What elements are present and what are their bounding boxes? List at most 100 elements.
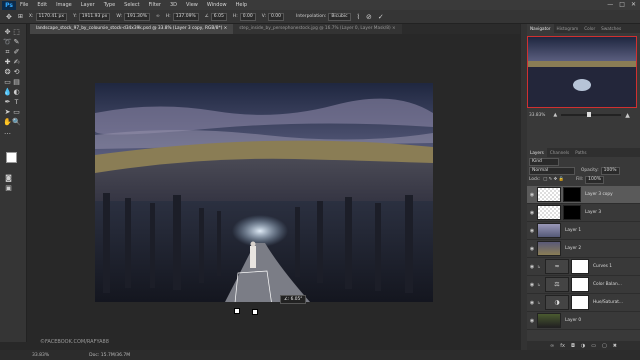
eye-icon[interactable]: ◉	[527, 228, 537, 234]
tool-preset-icon[interactable]: ✥	[6, 13, 12, 21]
fx-icon[interactable]: fx	[560, 343, 565, 349]
eye-icon[interactable]: ◉	[527, 246, 537, 252]
close-icon[interactable]: ✕	[631, 1, 636, 8]
stamp-tool-icon[interactable]: ❂	[3, 68, 12, 77]
menu-window[interactable]: Window	[207, 2, 227, 8]
menu-filter[interactable]: Filter	[149, 2, 161, 8]
blur-tool-icon[interactable]: 💧	[3, 88, 12, 97]
eye-icon[interactable]: ◉	[527, 282, 537, 288]
hand-tool-icon[interactable]: ✋	[3, 118, 12, 127]
y-field[interactable]: 1911.93 px	[78, 12, 111, 21]
transform-handle-corner[interactable]	[234, 308, 240, 314]
eraser-tool-icon[interactable]: ▭	[3, 78, 12, 87]
menu-view[interactable]: View	[186, 2, 198, 8]
navigator-zoom-slider[interactable]	[561, 112, 622, 117]
layer-mask-thumbnail[interactable]	[563, 205, 581, 220]
dodge-tool-icon[interactable]: ◐	[12, 88, 21, 97]
warp-icon[interactable]: ⌇	[357, 13, 360, 21]
angle-field[interactable]: 6.05	[210, 12, 227, 21]
gradient-tool-icon[interactable]: ▤	[12, 78, 21, 87]
layer-row-layer-3-copy[interactable]: ◉ Layer 3 copy	[527, 186, 640, 204]
menu-image[interactable]: Image	[56, 2, 72, 8]
new-layer-icon[interactable]: ▢	[602, 343, 607, 349]
zoom-tool-icon[interactable]: 🔍	[12, 118, 21, 127]
minimize-icon[interactable]: —	[607, 1, 613, 8]
zoom-level[interactable]: 33.83%	[32, 353, 49, 358]
tab-histogram[interactable]: Histogram	[554, 24, 582, 33]
screen-mode-icon[interactable]: ▣	[4, 184, 13, 193]
eye-icon[interactable]: ◉	[527, 192, 537, 198]
tab-navigator[interactable]: Navigator	[527, 24, 554, 33]
link-icon[interactable]: ∞	[550, 343, 554, 349]
h-field[interactable]: 137.09%	[172, 12, 199, 21]
foreground-color-swatch[interactable]	[6, 152, 17, 163]
folder-icon[interactable]: ▭	[591, 343, 596, 349]
zoom-out-icon[interactable]: ▲	[553, 112, 557, 118]
layer-row-color-balance[interactable]: ◉ ↳ ⚖ Color Balan...	[527, 276, 640, 294]
layer-row-layer-1[interactable]: ◉ Layer 1	[527, 222, 640, 240]
eye-icon[interactable]: ◉	[527, 210, 537, 216]
doc-tab-landscape[interactable]: landscape_stock_97_by_coloursie_stock-d3…	[30, 24, 234, 34]
menu-file[interactable]: File	[20, 2, 28, 8]
adjustment-icon[interactable]: ◑	[581, 343, 585, 349]
layer-filter-kind[interactable]: Kind	[529, 157, 559, 166]
layer-row-layer-0[interactable]: ◉ Layer 0	[527, 312, 640, 330]
transform-handle-bottom[interactable]	[252, 309, 258, 315]
menu-type[interactable]: Type	[104, 2, 115, 8]
lasso-tool-icon[interactable]: ➰	[3, 38, 12, 47]
path-select-icon[interactable]: ➤	[3, 108, 12, 117]
reference-point-icon[interactable]: ⊞	[18, 13, 23, 20]
quick-mask-icon[interactable]: ◙	[4, 174, 13, 183]
move-tool-icon[interactable]: ✥	[3, 28, 12, 37]
eyedropper-icon[interactable]: ✐	[12, 48, 21, 57]
maximize-icon[interactable]: □	[619, 1, 625, 8]
layer-mask-thumbnail[interactable]	[571, 295, 589, 310]
layer-mask-thumbnail[interactable]	[563, 187, 581, 202]
menu-select[interactable]: Select	[124, 2, 139, 8]
opacity-field[interactable]: 100%	[600, 166, 620, 175]
x-field[interactable]: 1170.41 px	[35, 12, 68, 21]
crop-tool-icon[interactable]: ⌗	[3, 48, 12, 57]
mask-icon[interactable]: ◘	[571, 343, 575, 349]
tab-channels[interactable]: Channels	[547, 148, 572, 157]
fill-field[interactable]: 100%	[585, 175, 605, 184]
lock-icons[interactable]: □ ✎ ✥ 🔒	[543, 177, 564, 182]
link-icon[interactable]: ∞	[156, 14, 160, 19]
v-skew-field[interactable]: 0.00	[267, 12, 285, 21]
quick-select-icon[interactable]: ✎	[12, 38, 21, 47]
layer-row-layer-3[interactable]: ◉ Layer 3	[527, 204, 640, 222]
layer-row-hue-saturation[interactable]: ◉ ↳ ◑ Hue/Saturat...	[527, 294, 640, 312]
commit-icon[interactable]: ✓	[378, 13, 384, 21]
menu-help[interactable]: Help	[236, 2, 247, 8]
more-tools-icon[interactable]: …	[3, 128, 12, 137]
type-tool-icon[interactable]: T	[12, 98, 21, 107]
eye-icon[interactable]: ◉	[527, 300, 537, 306]
w-field[interactable]: 191.30%	[124, 12, 151, 21]
tab-layers[interactable]: Layers	[527, 148, 547, 157]
layer-mask-thumbnail[interactable]	[571, 259, 589, 274]
menu-layer[interactable]: Layer	[81, 2, 95, 8]
zoom-slider-thumb[interactable]	[587, 112, 592, 117]
navigator-preview[interactable]	[527, 36, 637, 108]
interpolation-select[interactable]: Bicubic	[328, 12, 351, 21]
history-brush-icon[interactable]: ⟲	[12, 68, 21, 77]
navigator-zoom[interactable]: 33.83%	[529, 113, 545, 118]
layer-row-layer-2[interactable]: ◉ Layer 2	[527, 240, 640, 258]
zoom-in-icon[interactable]: ▲	[625, 112, 630, 119]
tab-swatches[interactable]: Swatches	[598, 24, 624, 33]
shape-tool-icon[interactable]: ▭	[12, 108, 21, 117]
tab-color[interactable]: Color	[581, 24, 598, 33]
healing-brush-icon[interactable]: ✚	[3, 58, 12, 67]
brush-tool-icon[interactable]: ✍	[12, 58, 21, 67]
pen-tool-icon[interactable]: ✒	[3, 98, 12, 107]
eye-icon[interactable]: ◉	[527, 318, 537, 324]
marquee-tool-icon[interactable]: ⬚	[12, 28, 21, 37]
layer-row-curves-1[interactable]: ◉ ↳ ≈ Curves 1	[527, 258, 640, 276]
menu-edit[interactable]: Edit	[37, 2, 47, 8]
document-canvas[interactable]	[95, 83, 433, 302]
h-skew-field[interactable]: 0.00	[239, 12, 256, 21]
blend-mode-select[interactable]: Normal	[529, 166, 575, 175]
menu-3d[interactable]: 3D	[170, 2, 177, 8]
cancel-icon[interactable]: ⊘	[366, 13, 372, 21]
tab-paths[interactable]: Paths	[572, 148, 589, 157]
